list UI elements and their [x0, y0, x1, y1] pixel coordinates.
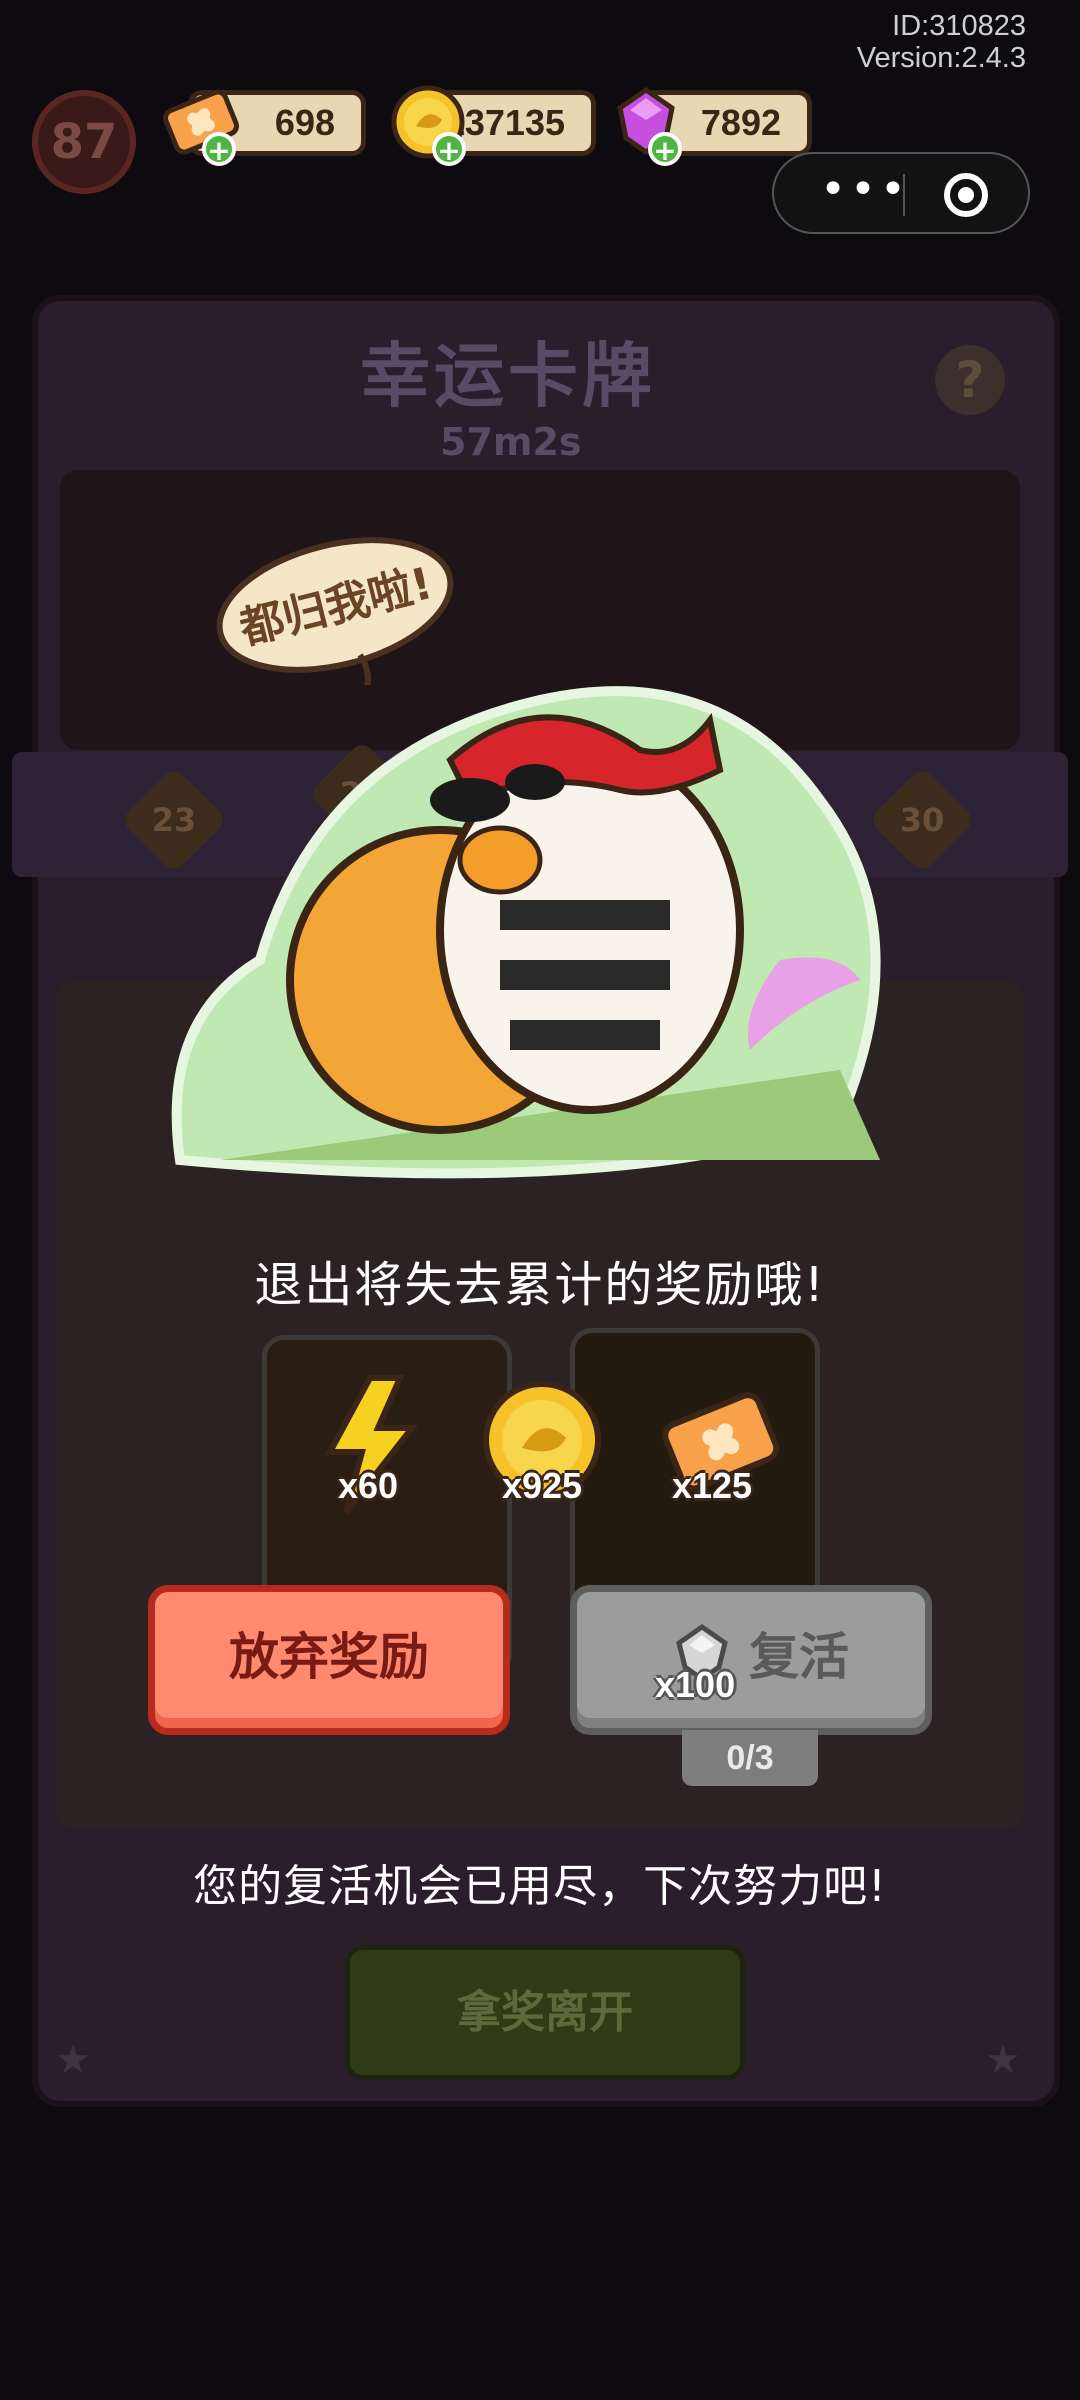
warning-message: 退出将失去累计的奖励哦! [254, 1257, 826, 1313]
add-gem-button[interactable]: + [648, 132, 682, 166]
revive-cost: x100 [655, 1664, 736, 1705]
help-button: ? [935, 345, 1005, 415]
reward-ticket-count: x125 [671, 1465, 753, 1506]
close-target-icon[interactable] [944, 173, 988, 217]
panel-title: 幸运卡牌 [360, 335, 656, 417]
player-id-text: ID:310823 [892, 10, 1026, 42]
player-level-badge[interactable]: 87 [32, 90, 136, 194]
star-icon: ★ [55, 2037, 91, 2083]
give-up-reward-button[interactable]: 放弃奖励 [148, 1585, 510, 1735]
miniprogram-capsule: ••• [772, 152, 1030, 234]
thief-chicken-illustration [171, 686, 881, 1179]
capsule-divider [903, 174, 905, 216]
gem-count: 7892 [700, 102, 781, 143]
version-text: Version:2.4.3 [856, 42, 1026, 74]
star-icon: ★ [985, 2037, 1021, 2083]
revive-exhausted-notice: 您的复活机会已用尽，下次努力吧! [193, 1861, 887, 1912]
revive-counter: 0/3 [682, 1730, 818, 1786]
reward-lightning-count: x60 [337, 1465, 399, 1506]
revive-label: 复活 [749, 1628, 849, 1686]
collect-and-leave-button: 拿奖离开 [345, 1945, 745, 2080]
reward-coin-count: x925 [501, 1465, 583, 1506]
revive-button[interactable]: x100 复活 [570, 1585, 932, 1735]
add-coin-button[interactable]: + [432, 132, 466, 166]
ticket-count: 698 [274, 102, 335, 143]
add-ticket-button[interactable]: + [202, 132, 236, 166]
panel-timer: 57m2s [440, 420, 582, 464]
